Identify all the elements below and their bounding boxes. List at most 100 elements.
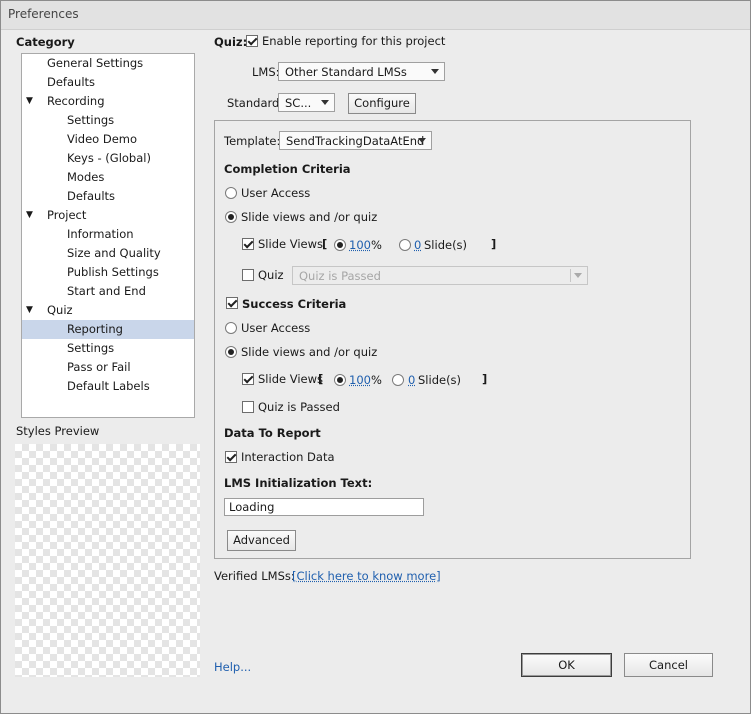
sidebar-item-label: General Settings <box>47 56 144 70</box>
verified-lms-label: Verified LMSs: <box>214 569 295 583</box>
bracket-close: ] <box>491 237 497 251</box>
success-slide-views-quiz-label: Slide views and /or quiz <box>241 345 378 359</box>
sidebar-item-keys-global[interactable]: Keys - (Global) <box>22 149 194 168</box>
expand-arrow-icon[interactable]: ▼ <box>26 206 33 225</box>
sidebar-item-reporting[interactable]: Reporting <box>22 320 194 339</box>
sidebar-item-label: Settings <box>67 113 115 127</box>
completion-quiz-checkbox[interactable] <box>242 269 254 281</box>
sidebar-item-modes[interactable]: Modes <box>22 168 194 187</box>
completion-quiz-dropdown-value: Quiz is Passed <box>299 269 381 283</box>
category-tree[interactable]: General Settings Defaults ▼ Recording Settin… <box>21 53 195 418</box>
completion-slide-views-quiz-radio[interactable] <box>225 211 237 223</box>
template-dropdown-value: SendTrackingDataAtEnd <box>286 134 425 148</box>
chevron-down-icon <box>418 138 426 143</box>
sidebar-item-defaults[interactable]: Defaults <box>22 73 194 92</box>
success-percent-radio[interactable] <box>334 374 346 386</box>
standard-label: Standard: <box>227 96 284 110</box>
lms-dropdown[interactable]: Other Standard LMSs <box>278 62 445 81</box>
title-bar[interactable]: Preferences <box>1 1 750 30</box>
sidebar-item-quiz[interactable]: ▼ Quiz <box>22 301 194 320</box>
sidebar-item-default-labels[interactable]: Default Labels <box>22 377 194 396</box>
success-slides-value[interactable]: 0 <box>408 373 415 387</box>
sidebar-item-information[interactable]: Information <box>22 225 194 244</box>
completion-user-access-label: User Access <box>241 186 311 200</box>
sidebar-item-label: Information <box>67 227 134 241</box>
success-percent-value[interactable]: 100 <box>349 373 371 387</box>
dropdown-separator <box>570 269 571 282</box>
success-quiz-passed-label: Quiz is Passed <box>258 400 340 414</box>
bracket-open: [ <box>318 372 324 386</box>
sidebar-item-recording[interactable]: ▼ Recording <box>22 92 194 111</box>
sidebar-item-label: Defaults <box>67 189 116 203</box>
sidebar-item-settings[interactable]: Settings <box>22 339 194 358</box>
sidebar-item-label: Default Labels <box>67 379 150 393</box>
slides-unit: Slide(s) <box>418 373 462 387</box>
percent-unit: % <box>371 238 382 252</box>
sidebar-item-project[interactable]: ▼ Project <box>22 206 194 225</box>
completion-slides-value[interactable]: 0 <box>414 238 421 252</box>
sidebar-item-size-and-quality[interactable]: Size and Quality <box>22 244 194 263</box>
enable-reporting-label: Enable reporting for this project <box>262 34 446 48</box>
template-dropdown[interactable]: SendTrackingDataAtEnd <box>279 131 432 150</box>
sidebar-item-label: Start and End <box>67 284 146 298</box>
standard-dropdown[interactable]: SC... <box>278 93 335 112</box>
lms-init-text-input[interactable]: Loading <box>224 498 424 516</box>
sidebar-item-label: Keys - (Global) <box>67 151 151 165</box>
sidebar-item-label: Publish Settings <box>67 265 159 279</box>
chevron-down-icon <box>574 273 582 278</box>
chevron-down-icon <box>431 69 439 74</box>
sidebar-item-start-and-end[interactable]: Start and End <box>22 282 194 301</box>
success-user-access-label: User Access <box>241 321 311 335</box>
chevron-down-icon <box>321 100 329 105</box>
completion-slide-views-label: Slide Views <box>258 237 324 251</box>
success-slide-views-checkbox[interactable] <box>242 373 254 385</box>
sidebar-item-video-demo[interactable]: Video Demo <box>22 130 194 149</box>
completion-slides-radio[interactable] <box>399 239 411 251</box>
lms-label: LMS: <box>252 65 280 79</box>
sidebar-item-label: Size and Quality <box>67 246 161 260</box>
completion-quiz-dropdown[interactable]: Quiz is Passed <box>292 266 588 285</box>
success-criteria-checkbox[interactable] <box>226 297 238 309</box>
success-criteria-heading: Success Criteria <box>242 297 347 311</box>
completion-percent-value[interactable]: 100 <box>349 238 371 252</box>
sidebar-item-publish-settings[interactable]: Publish Settings <box>22 263 194 282</box>
sidebar-item-label: Project <box>47 208 87 222</box>
configure-button[interactable]: Configure <box>348 93 416 114</box>
success-slides-radio[interactable] <box>392 374 404 386</box>
bracket-open: [ <box>322 237 328 251</box>
sidebar-item-label: Settings <box>67 341 115 355</box>
sidebar-item-label: Reporting <box>67 322 123 336</box>
lms-init-text-value: Loading <box>229 500 275 514</box>
completion-slide-views-checkbox[interactable] <box>242 238 254 250</box>
verified-lms-link[interactable]: [Click here to know more] <box>292 569 441 583</box>
ok-button[interactable]: OK <box>521 653 612 677</box>
enable-reporting-checkbox[interactable] <box>246 35 258 47</box>
styles-preview-label: Styles Preview <box>16 424 100 438</box>
sidebar-item-pass-or-fail[interactable]: Pass or Fail <box>22 358 194 377</box>
completion-criteria-heading: Completion Criteria <box>224 162 351 176</box>
completion-percent-radio[interactable] <box>334 239 346 251</box>
advanced-button[interactable]: Advanced <box>227 530 296 551</box>
preferences-dialog: Preferences Category General Settings Def… <box>0 0 751 714</box>
cancel-button[interactable]: Cancel <box>624 653 713 677</box>
completion-slide-views-quiz-label: Slide views and /or quiz <box>241 210 378 224</box>
help-link[interactable]: Help... <box>214 660 251 674</box>
category-heading: Category <box>16 35 75 49</box>
sidebar-item-settings[interactable]: Settings <box>22 111 194 130</box>
data-to-report-heading: Data To Report <box>224 426 321 440</box>
sidebar-item-label: Recording <box>47 94 105 108</box>
template-label: Template: <box>224 134 281 148</box>
completion-user-access-radio[interactable] <box>225 187 237 199</box>
success-quiz-passed-checkbox[interactable] <box>242 401 254 413</box>
styles-preview-canvas <box>15 444 200 677</box>
percent-unit: % <box>371 373 382 387</box>
sidebar-item-defaults[interactable]: Defaults <box>22 187 194 206</box>
success-user-access-radio[interactable] <box>225 322 237 334</box>
expand-arrow-icon[interactable]: ▼ <box>26 301 33 320</box>
sidebar-item-general-settings[interactable]: General Settings <box>22 54 194 73</box>
interaction-data-checkbox[interactable] <box>225 451 237 463</box>
success-slide-views-quiz-radio[interactable] <box>225 346 237 358</box>
standard-dropdown-value: SC... <box>285 96 312 110</box>
lms-init-heading: LMS Initialization Text: <box>224 476 373 490</box>
expand-arrow-icon[interactable]: ▼ <box>26 92 33 111</box>
